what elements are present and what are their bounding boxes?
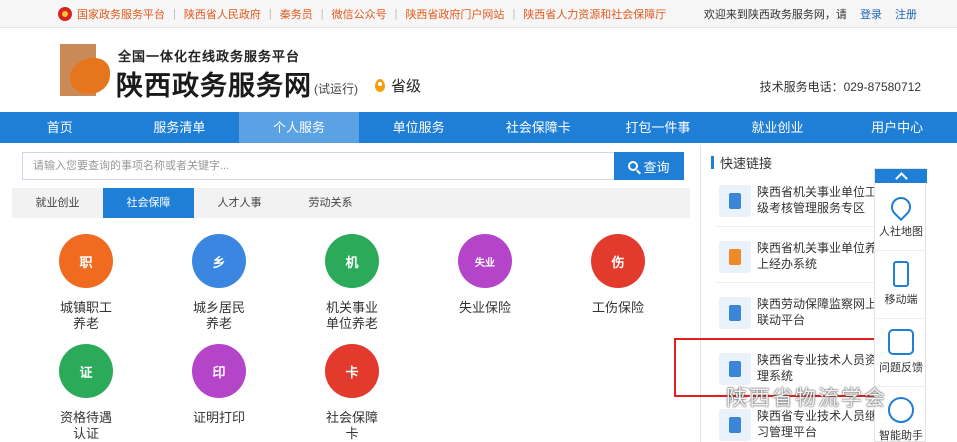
divider: | [394, 8, 398, 20]
user-links: 欢迎来到陕西政务服务网，请 登录 注册 [704, 6, 917, 22]
service-label: 城镇职工 养老 [59, 300, 112, 331]
nav-user-center[interactable]: 用户中心 [837, 112, 957, 143]
quick-link-item[interactable]: 陕西省机关事业单位工 级考核管理服务专区 [715, 177, 881, 227]
service-rural-pension[interactable]: 乡 城乡居民 养老 [164, 234, 274, 332]
service-icon: 机 [325, 234, 379, 288]
service-icon: 失业 [458, 234, 512, 288]
watermark-text: 陕西省物流学会 [726, 387, 887, 410]
service-icon: 乡 [192, 234, 246, 288]
service-icon: 证 [59, 344, 113, 398]
site-slogan: 全国一体化在线政务服务平台 [118, 49, 301, 64]
service-certificate-print[interactable]: 印 证明打印 [164, 344, 274, 426]
divider: | [512, 8, 516, 20]
quick-links-title: 快速链接 [711, 153, 772, 172]
top-link-national-platform[interactable]: 国家政务服务平台 [77, 6, 165, 22]
service-icon: 卡 [325, 344, 379, 398]
service-icon: 伤 [591, 234, 645, 288]
location-pin-icon [375, 79, 385, 92]
nav-employment[interactable]: 就业创业 [718, 112, 838, 143]
tech-hotline: 技术服务电话：029-87580712 [759, 80, 921, 94]
document-icon [719, 241, 751, 273]
service-icon: 印 [192, 344, 246, 398]
service-label: 失业保险 [458, 300, 511, 315]
float-map[interactable]: 人社地图 [875, 185, 927, 251]
site-header: 全国一体化在线政务服务平台 陕西政务服务网 (试运行) 省级 技术服务电话：02… [0, 28, 957, 112]
category-tabs: 就业创业 社会保障 人才人事 劳动关系 [12, 188, 690, 218]
map-pin-icon [886, 192, 916, 222]
divider: | [320, 8, 324, 20]
service-label: 社会保障卡 [325, 410, 378, 441]
top-link-provincial-gov[interactable]: 陕西省人民政府 [184, 6, 261, 22]
register-link[interactable]: 注册 [895, 9, 917, 21]
service-institution-pension[interactable]: 机 机关事业 单位养老 [297, 234, 407, 332]
divider: | [173, 8, 176, 20]
tab-talent[interactable]: 人才人事 [194, 188, 285, 218]
service-qualification-auth[interactable]: 证 资格待遇 认证 [31, 344, 141, 442]
book-icon [719, 409, 751, 441]
service-label: 机关事业 单位养老 [325, 300, 378, 331]
top-link-hrss[interactable]: 陕西省人力资源和社会保障厅 [523, 6, 666, 22]
tab-social-security[interactable]: 社会保障 [103, 188, 194, 218]
feedback-edit-icon [888, 329, 914, 355]
nav-service-list[interactable]: 服务清单 [120, 112, 240, 143]
top-links: 国家政务服务平台 | 陕西省人民政府 | 秦务员 | 微信公众号 | 陕西省政府… [58, 6, 666, 22]
nav-social-security-card[interactable]: 社会保障卡 [479, 112, 599, 143]
search-icon [628, 161, 639, 171]
login-link[interactable]: 登录 [860, 9, 882, 21]
service-icon: 职 [59, 234, 113, 288]
mobile-phone-icon [893, 261, 909, 287]
site-logo[interactable] [60, 44, 112, 96]
search-bar: 请输入您要查询的事项名称或者关键字... 查询 [22, 152, 684, 180]
service-label: 证明打印 [192, 410, 245, 425]
search-button[interactable]: 查询 [614, 152, 684, 180]
nav-package-service[interactable]: 打包一件事 [598, 112, 718, 143]
top-link-gov-portal[interactable]: 陕西省政府门户网站 [405, 6, 504, 22]
service-label: 资格待遇 认证 [59, 410, 112, 441]
tab-employment[interactable]: 就业创业 [12, 188, 103, 218]
nav-home[interactable]: 首页 [0, 112, 120, 143]
scroll-up-button[interactable] [875, 169, 927, 183]
top-link-wechat[interactable]: 微信公众号 [332, 6, 387, 22]
trial-badge: (试运行) [314, 82, 358, 96]
top-bar: 国家政务服务平台 | 陕西省人民政府 | 秦务员 | 微信公众号 | 陕西省政府… [0, 0, 957, 28]
service-label: 城乡居民 养老 [192, 300, 245, 331]
national-emblem-icon [58, 7, 72, 21]
search-button-label: 查询 [643, 159, 670, 175]
float-mobile[interactable]: 移动端 [875, 253, 927, 319]
service-unemployment-insurance[interactable]: 失业 失业保险 [430, 234, 540, 316]
assistant-icon [888, 397, 914, 423]
service-label: 工伤保险 [591, 300, 644, 315]
nav-personal-service[interactable]: 个人服务 [239, 112, 359, 143]
search-input[interactable]: 请输入您要查询的事项名称或者关键字... [22, 152, 614, 180]
welcome-text: 欢迎来到陕西政务服务网，请 [703, 9, 847, 21]
shield-icon [719, 297, 751, 329]
nav-unit-service[interactable]: 单位服务 [359, 112, 479, 143]
quick-link-item[interactable]: 陕西劳动保障监察网上 联动平台 [715, 289, 881, 339]
document-icon [719, 185, 751, 217]
tab-labor-relations[interactable]: 劳动关系 [285, 188, 376, 218]
top-link-qinwuyuan[interactable]: 秦务员 [280, 6, 313, 22]
region-selector[interactable]: 省级 [375, 75, 421, 96]
float-feedback[interactable]: 问题反馈 [875, 321, 927, 387]
main-nav: 首页 服务清单 个人服务 单位服务 社会保障卡 打包一件事 就业创业 用户中心 [0, 112, 957, 143]
divider: | [268, 8, 272, 20]
region-label: 省级 [391, 78, 422, 95]
quick-link-item[interactable]: 陕西省机关事业单位养 上经办系统 [715, 233, 881, 283]
site-title: 陕西政务服务网 [116, 71, 312, 101]
service-social-security-card[interactable]: 卡 社会保障卡 [297, 344, 407, 442]
service-urban-pension[interactable]: 职 城镇职工 养老 [31, 234, 141, 332]
service-injury-insurance[interactable]: 伤 工伤保险 [563, 234, 673, 316]
